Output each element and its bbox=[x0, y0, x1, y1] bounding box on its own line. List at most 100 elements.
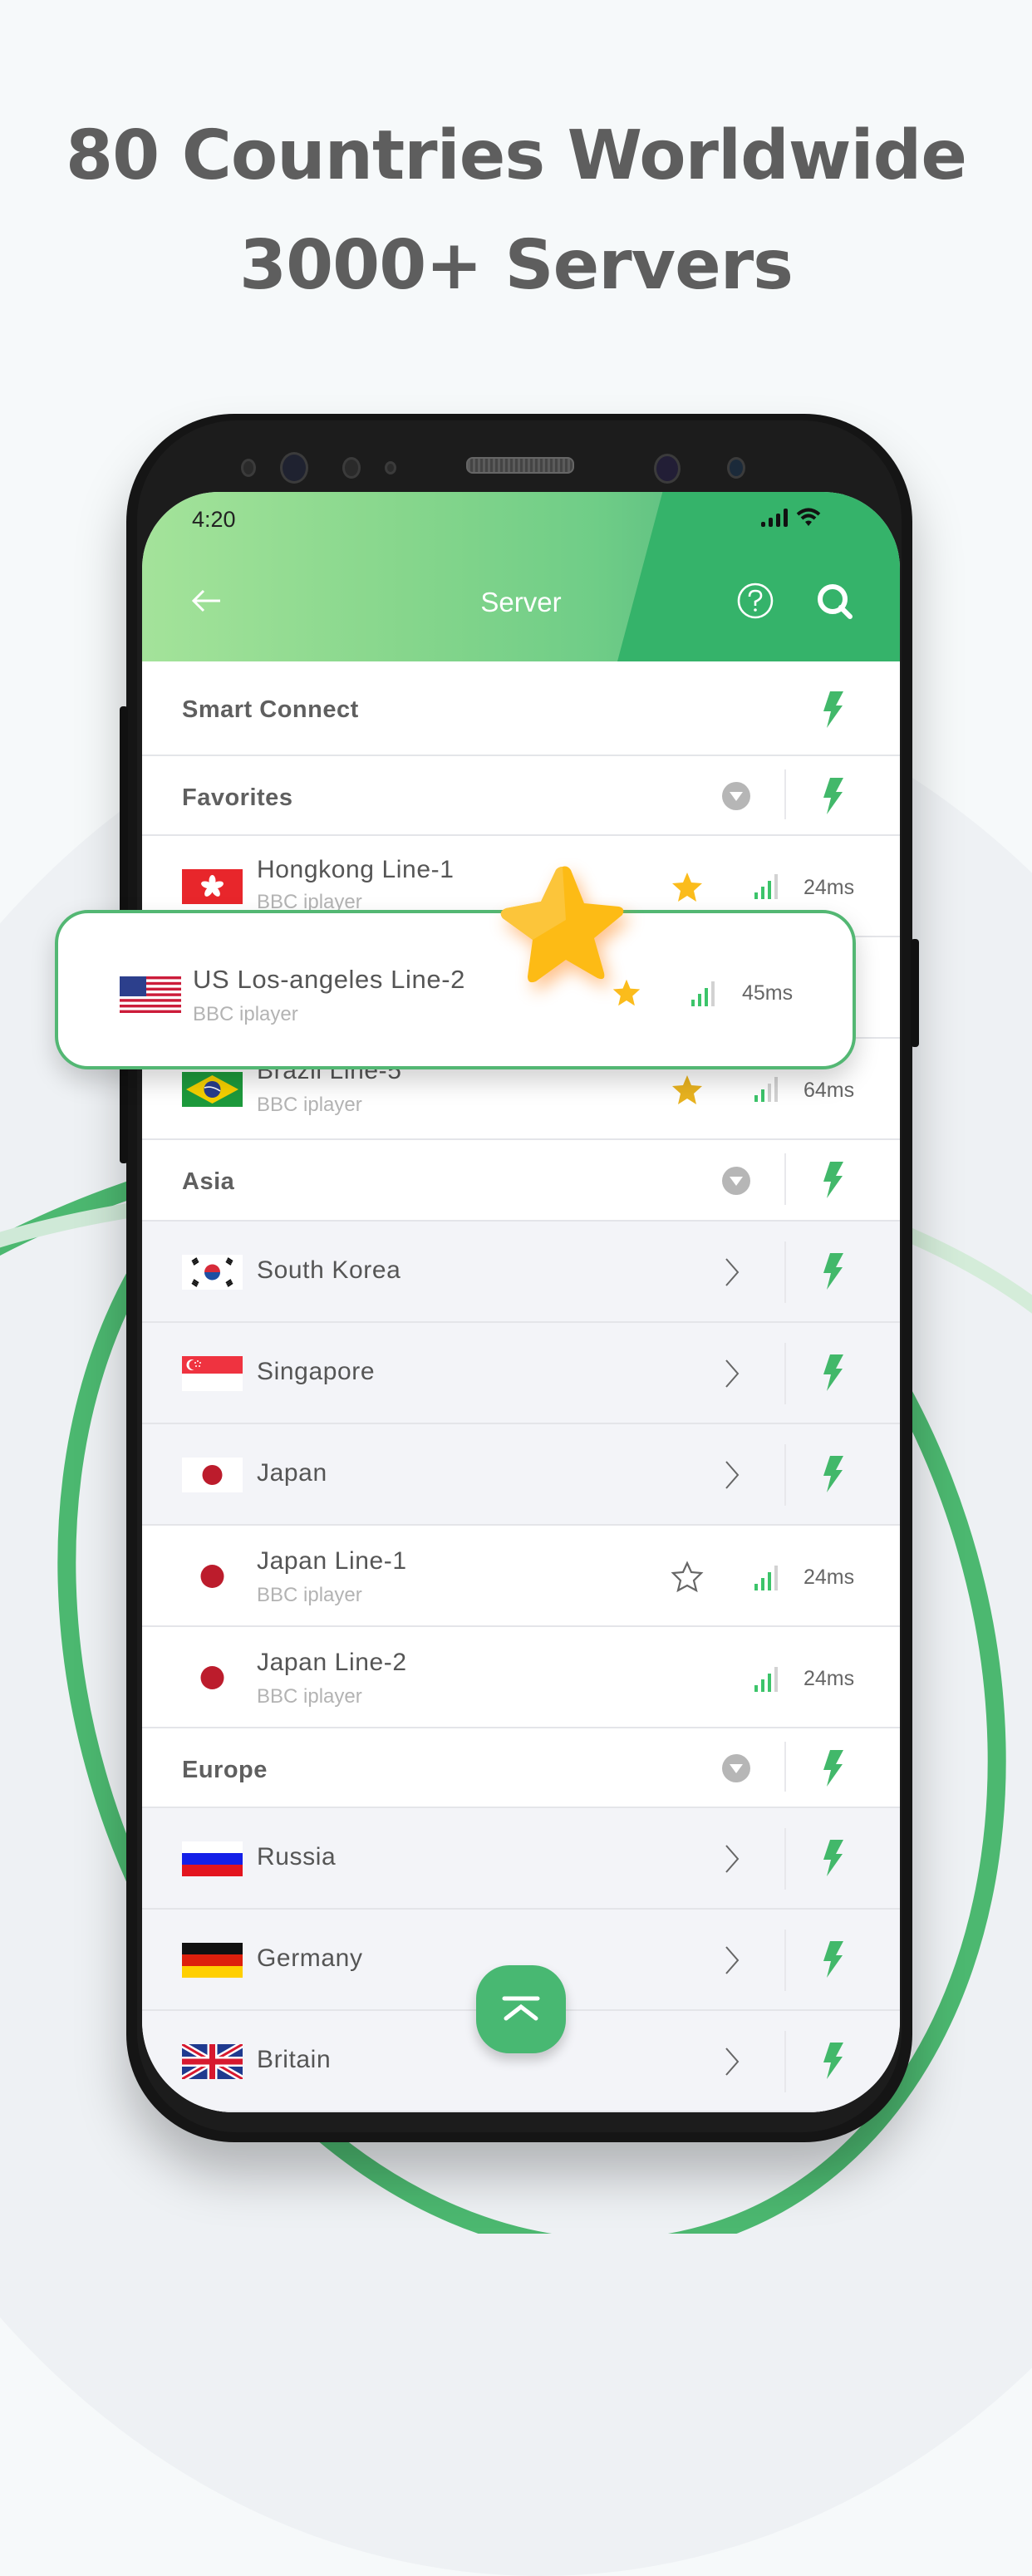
chevron-down-icon[interactable] bbox=[722, 782, 750, 810]
section-asia[interactable]: Asia bbox=[142, 1140, 900, 1222]
divider bbox=[784, 1444, 786, 1506]
divider bbox=[784, 1153, 786, 1205]
server-row-japan-line-1[interactable]: Japan Line-1 BBC iplayer 24ms bbox=[142, 1526, 900, 1627]
country-row-russia[interactable]: Russia bbox=[142, 1808, 900, 1910]
flag-russia-icon bbox=[182, 1841, 243, 1876]
bolt-icon[interactable] bbox=[820, 778, 845, 814]
chevron-right-icon[interactable] bbox=[724, 2047, 740, 2077]
country-name: Germany bbox=[257, 1944, 363, 1972]
ping-value: 45ms bbox=[742, 981, 794, 1005]
star-filled-icon[interactable] bbox=[671, 871, 704, 904]
bolt-icon[interactable] bbox=[820, 1253, 845, 1290]
status-icons bbox=[761, 507, 821, 527]
flag-south-korea-icon bbox=[182, 1255, 243, 1290]
chevron-right-icon[interactable] bbox=[724, 1945, 740, 1975]
chevron-right-icon[interactable] bbox=[724, 1359, 740, 1389]
bolt-icon[interactable] bbox=[820, 1354, 845, 1391]
flag-singapore-icon bbox=[182, 1356, 243, 1391]
chevron-down-icon[interactable] bbox=[722, 1754, 750, 1782]
server-subtitle: BBC iplayer bbox=[257, 1094, 362, 1116]
light-sensor bbox=[342, 457, 361, 479]
flag-usa-icon bbox=[120, 976, 181, 1013]
flag-hongkong-icon bbox=[182, 869, 243, 904]
bolt-icon[interactable] bbox=[820, 1162, 845, 1198]
divider bbox=[784, 1742, 786, 1792]
smart-connect-row[interactable]: Smart Connect bbox=[142, 661, 900, 756]
phone-screen: 4:20 Server Smart Connect Favorites Hong… bbox=[142, 492, 900, 2112]
server-name: US Los-angeles Line-2 bbox=[193, 965, 465, 994]
server-subtitle: BBC iplayer bbox=[257, 1685, 362, 1708]
search-icon[interactable] bbox=[815, 582, 855, 622]
server-row-japan-line-2[interactable]: Japan Line-2 BBC iplayer 24ms bbox=[142, 1627, 900, 1728]
server-subtitle: BBC iplayer bbox=[257, 1584, 362, 1606]
bolt-icon[interactable] bbox=[820, 1456, 845, 1492]
ping-value: 24ms bbox=[803, 1566, 855, 1589]
country-name: Singapore bbox=[257, 1358, 376, 1385]
phone-power-button bbox=[911, 939, 919, 1047]
country-name: Britain bbox=[257, 2046, 332, 2073]
smart-connect-label: Smart Connect bbox=[182, 696, 359, 723]
chevron-right-icon[interactable] bbox=[724, 1257, 740, 1287]
bolt-icon[interactable] bbox=[820, 1941, 845, 1978]
star-outline-icon[interactable] bbox=[671, 1561, 704, 1594]
country-row-japan[interactable]: Japan bbox=[142, 1424, 900, 1526]
large-star-decoration-icon bbox=[500, 866, 624, 983]
star-filled-icon[interactable] bbox=[671, 1074, 704, 1107]
divider bbox=[784, 2031, 786, 2092]
section-favorites[interactable]: Favorites bbox=[142, 756, 900, 836]
signal-strength-icon bbox=[754, 874, 778, 899]
divider bbox=[784, 1828, 786, 1890]
divider bbox=[784, 1930, 786, 1991]
divider bbox=[784, 769, 786, 819]
country-name: Japan bbox=[257, 1459, 327, 1487]
section-label: Asia bbox=[182, 1168, 235, 1195]
section-label: Favorites bbox=[182, 784, 293, 811]
flag-britain-icon bbox=[182, 2044, 243, 2079]
chevron-right-icon[interactable] bbox=[724, 1460, 740, 1490]
country-row-south-korea[interactable]: South Korea bbox=[142, 1222, 900, 1323]
ping-value: 24ms bbox=[803, 1667, 855, 1690]
country-name: Russia bbox=[257, 1843, 337, 1871]
country-row-singapore[interactable]: Singapore bbox=[142, 1323, 900, 1424]
signal-strength-icon bbox=[754, 1667, 778, 1692]
status-time: 4:20 bbox=[192, 507, 236, 532]
flag-japan-icon bbox=[182, 1458, 243, 1492]
bolt-icon[interactable] bbox=[820, 1840, 845, 1876]
ping-value: 64ms bbox=[803, 1079, 855, 1102]
chevron-down-icon[interactable] bbox=[722, 1167, 750, 1195]
bolt-icon[interactable] bbox=[820, 2043, 845, 2079]
flag-germany-icon bbox=[182, 1943, 243, 1978]
favorite-server-card[interactable]: US Los-angeles Line-2 BBC iplayer 45ms bbox=[55, 910, 856, 1069]
japan-dot-icon bbox=[200, 1565, 224, 1588]
question-circle-icon[interactable] bbox=[736, 582, 774, 620]
iris-camera bbox=[654, 454, 681, 484]
signal-strength-icon bbox=[754, 1077, 778, 1102]
signal-strength-icon bbox=[691, 981, 715, 1006]
country-name: South Korea bbox=[257, 1256, 401, 1284]
ir-sensor bbox=[385, 461, 396, 474]
headline-line-1: 80 Countries Worldwide bbox=[66, 116, 967, 195]
proximity-sensor bbox=[241, 459, 256, 477]
scroll-to-top-icon bbox=[502, 1996, 540, 2021]
bolt-icon[interactable] bbox=[820, 691, 845, 728]
japan-dot-icon bbox=[200, 1666, 224, 1689]
server-name: Japan Line-1 bbox=[257, 1547, 407, 1575]
headline-line-2: 3000+ Servers bbox=[239, 226, 794, 305]
wifi-icon bbox=[796, 508, 821, 526]
front-camera bbox=[280, 452, 308, 484]
ping-value: 24ms bbox=[803, 876, 855, 899]
divider bbox=[784, 1241, 786, 1303]
earpiece-speaker bbox=[466, 457, 574, 474]
flag-brazil-icon bbox=[182, 1072, 243, 1107]
iris-sensor bbox=[727, 457, 745, 479]
bolt-icon[interactable] bbox=[820, 1750, 845, 1787]
scroll-to-top-button[interactable] bbox=[476, 1965, 566, 2053]
divider bbox=[784, 1343, 786, 1404]
cellular-signal-icon bbox=[761, 509, 788, 527]
section-europe[interactable]: Europe bbox=[142, 1728, 900, 1808]
server-name: Japan Line-2 bbox=[257, 1649, 407, 1676]
server-subtitle: BBC iplayer bbox=[193, 1003, 298, 1025]
server-name: Hongkong Line-1 bbox=[257, 856, 455, 883]
section-label: Europe bbox=[182, 1757, 268, 1783]
chevron-right-icon[interactable] bbox=[724, 1844, 740, 1874]
